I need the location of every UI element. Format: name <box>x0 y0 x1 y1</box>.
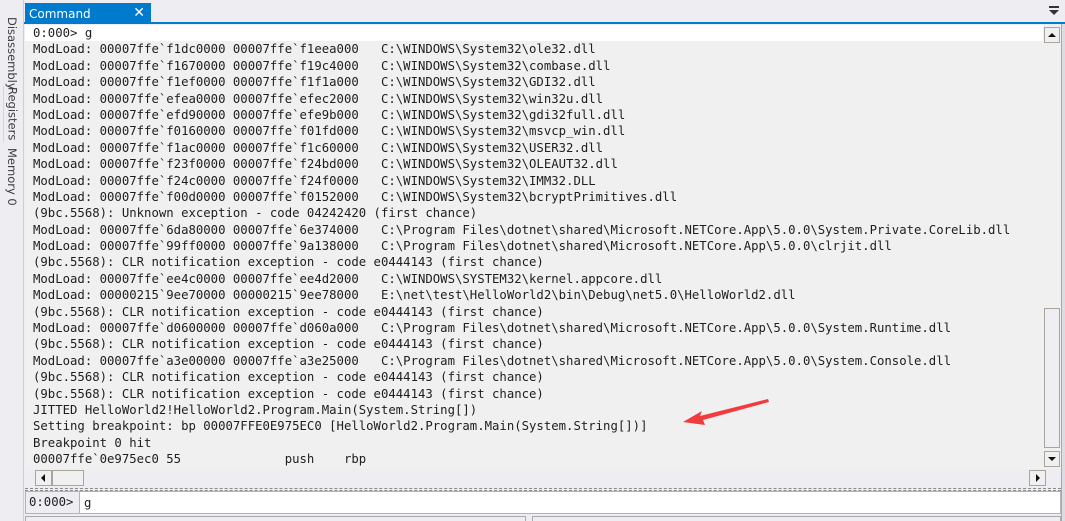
command-input-row: 0:000> <box>25 491 1061 514</box>
output-line: (9bc.5568): Unknown exception - code 042… <box>33 206 478 221</box>
scroll-right-arrow-icon[interactable] <box>1029 470 1046 486</box>
output-line: ModLoad: 00007ffe`d0600000 00007ffe`d060… <box>33 321 952 336</box>
output-line: ModLoad: 00007ffe`99ff0000 00007ffe`9a13… <box>33 239 892 254</box>
output-line: ModLoad: 00007ffe`f24c0000 00007ffe`f24f… <box>33 173 596 188</box>
command-output[interactable]: 0:000> g ModLoad: 00007ffe`f1dc0000 00007… <box>25 25 1043 469</box>
output-line: 0:000> g <box>25 25 1043 42</box>
output-line: ModLoad: 00007ffe`f23f0000 00007ffe`f24b… <box>33 157 618 172</box>
tab-command[interactable]: Command ✕ <box>25 3 151 24</box>
horizontal-scrollbar[interactable] <box>25 469 1046 488</box>
output-line: (9bc.5568): CLR notification exception -… <box>33 255 544 270</box>
output-line: 00007ffe`0e975ec0 55 push rbp <box>33 452 367 467</box>
output-line: ModLoad: 00007ffe`efea0000 00007ffe`efec… <box>33 91 604 106</box>
vertical-scrollbar[interactable] <box>1043 25 1061 469</box>
output-line: ModLoad: 00007ffe`f0160000 00007ffe`f01f… <box>33 124 626 139</box>
side-tab-disassembly[interactable]: Disassembly <box>3 17 21 90</box>
output-line: ModLoad: 00007ffe`6da80000 00007ffe`6e37… <box>33 222 1011 237</box>
output-line: ModLoad: 00007ffe`f1ac0000 00007ffe`f1c6… <box>33 140 604 155</box>
output-line: JITTED HelloWorld2!HelloWorld2.Program.M… <box>33 402 478 417</box>
tab-strip: Command ✕ <box>24 0 1065 24</box>
output-line: (9bc.5568): CLR notification exception -… <box>33 370 544 385</box>
horizontal-scroll-thumb[interactable] <box>52 470 84 486</box>
output-line: (9bc.5568): CLR notification exception -… <box>33 304 544 319</box>
tab-menu-dropdown-icon[interactable] <box>1049 6 1059 16</box>
vertical-scroll-thumb[interactable] <box>1044 308 1060 448</box>
command-input[interactable] <box>82 492 1057 513</box>
close-icon[interactable]: ✕ <box>133 5 145 21</box>
bottom-panel-left <box>25 516 526 521</box>
output-line: ModLoad: 00007ffe`ee4c0000 00007ffe`ee4d… <box>33 271 663 286</box>
side-tab-registers[interactable]: Registers <box>3 86 21 142</box>
output-line: ModLoad: 00000215`9ee70000 00000215`9ee7… <box>33 288 796 303</box>
side-tab-bar: Disassembly Registers Memory 0 <box>0 0 24 521</box>
tab-menu-triangle <box>1049 10 1059 15</box>
tab-menu-bar <box>1049 6 1059 8</box>
scroll-down-arrow-icon[interactable] <box>1044 451 1060 467</box>
output-line: (9bc.5568): CLR notification exception -… <box>33 386 544 401</box>
output-line: ModLoad: 00007ffe`f1dc0000 00007ffe`f1ee… <box>33 42 596 57</box>
output-line: ModLoad: 00007ffe`a3e00000 00007ffe`a3e2… <box>33 353 952 368</box>
side-tab-memory[interactable]: Memory 0 <box>3 146 21 208</box>
output-line: ModLoad: 00007ffe`f1ef0000 00007ffe`f1f1… <box>33 75 596 90</box>
output-line: Setting breakpoint: bp 00007FFE0E975EC0 … <box>33 419 648 434</box>
output-line: Breakpoint 0 hit <box>33 435 152 450</box>
output-line: (9bc.5568): CLR notification exception -… <box>33 337 544 352</box>
output-line: ModLoad: 00007ffe`efd90000 00007ffe`efe9… <box>33 107 626 122</box>
window-edge <box>1061 24 1065 521</box>
tab-command-label: Command <box>29 6 91 21</box>
bottom-panel-right <box>532 516 1061 521</box>
output-line: ModLoad: 00007ffe`f1670000 00007ffe`f19c… <box>33 58 611 73</box>
scroll-left-arrow-icon[interactable] <box>35 470 52 486</box>
scroll-up-arrow-icon[interactable] <box>1044 27 1060 43</box>
command-prompt: 0:000> <box>26 492 80 513</box>
output-line: ModLoad: 00007ffe`f00d0000 00007ffe`f015… <box>33 189 678 204</box>
